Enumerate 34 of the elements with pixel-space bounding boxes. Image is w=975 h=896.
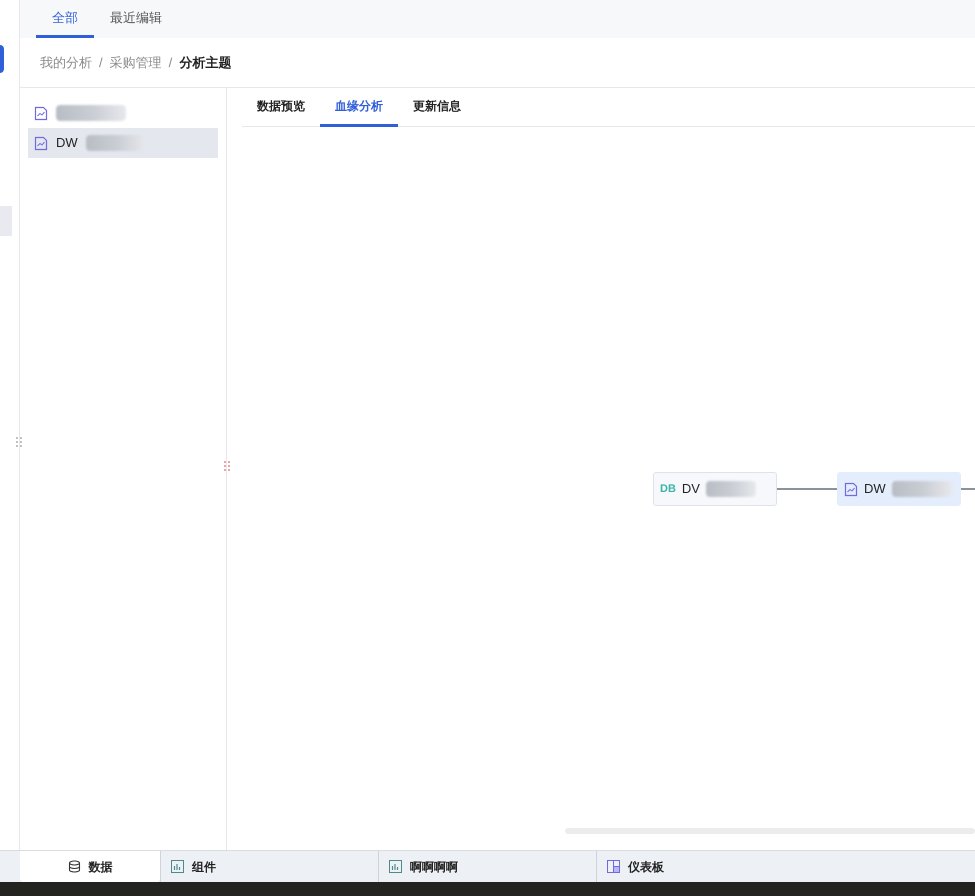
bar-chart-icon — [389, 860, 402, 873]
resize-handle-icon[interactable] — [224, 460, 230, 472]
detail-tab[interactable]: 血缘分析 — [320, 88, 398, 127]
node-name: DV — [682, 480, 700, 498]
dashboard-icon — [607, 860, 620, 873]
redaction-blur — [86, 135, 146, 151]
redaction-blur — [706, 481, 756, 497]
bottom-tab[interactable]: 数据 — [20, 851, 160, 882]
top-tab[interactable]: 最近编辑 — [94, 0, 178, 38]
detail-tab[interactable]: 数据预览 — [242, 88, 320, 127]
node-name: DW — [864, 480, 886, 498]
breadcrumb-item: 分析主题 — [179, 54, 232, 72]
breadcrumb-separator: / — [99, 54, 103, 72]
analysis-name: DW — [56, 134, 78, 152]
database-icon — [68, 860, 80, 873]
bar-chart-icon — [171, 860, 184, 873]
chart-file-icon — [34, 136, 48, 150]
drag-handle-icon[interactable] — [16, 436, 22, 448]
top-tab[interactable]: 全部 — [36, 0, 94, 38]
lineage-node[interactable]: DW — [837, 472, 961, 506]
analysis-list-item[interactable]: DW — [28, 128, 218, 158]
chart-file-icon — [844, 482, 858, 496]
chart-file-icon — [34, 106, 48, 120]
connector-line — [961, 488, 975, 490]
breadcrumb-item[interactable]: 我的分析 — [40, 52, 92, 72]
side-indicator — [0, 45, 4, 73]
redaction-blur — [892, 481, 952, 497]
connector-line — [777, 488, 838, 490]
redaction-blur — [56, 105, 126, 121]
breadcrumb-separator: / — [168, 54, 172, 72]
detail-tab[interactable]: 更新信息 — [398, 88, 476, 127]
breadcrumb-item[interactable]: 采购管理 — [110, 52, 162, 72]
db-label: DB — [660, 482, 676, 497]
lineage-node[interactable]: DB DV — [653, 472, 777, 506]
